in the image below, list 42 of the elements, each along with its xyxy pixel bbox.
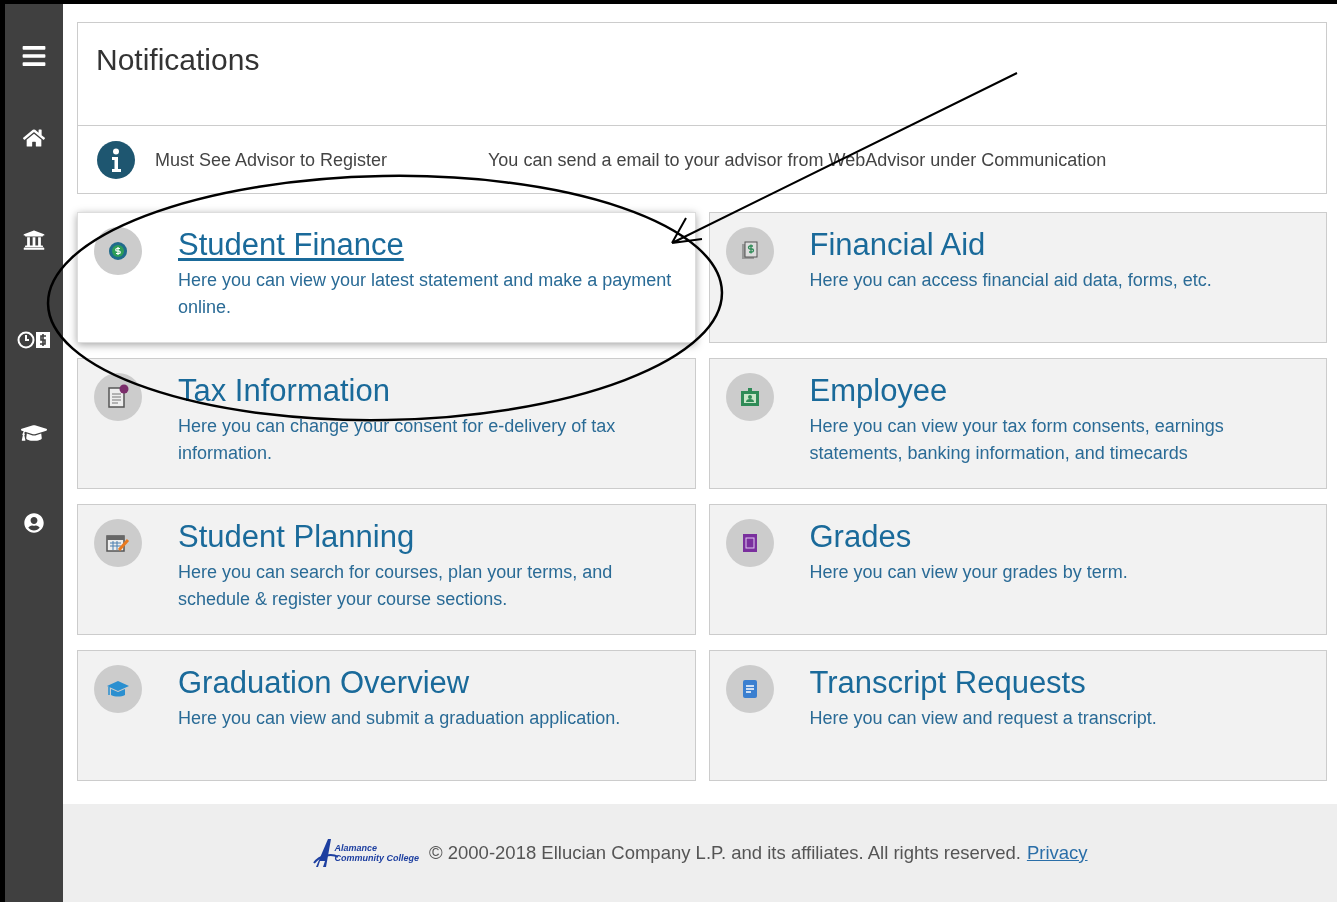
tile-description: Here you can access financial aid data, forms, etc. [809, 269, 1212, 292]
dashboard-tile[interactable]: Tax Information Here you can change your consent for e-delivery of tax information. [77, 358, 696, 489]
home-icon [23, 127, 45, 149]
dashboard-tile[interactable]: Graduation Overview Here you can view and submit a graduation application. [77, 650, 696, 781]
privacy-link[interactable]: Privacy [1026, 842, 1088, 864]
tile-title: Employee [809, 373, 949, 409]
menu-icon [21, 43, 47, 69]
tile-title: Tax Information [178, 373, 391, 409]
tile-description: Here you can view your tax form consents, earnings statements, banking information, and timecards [809, 415, 1225, 465]
tile-title: Student Finance [178, 227, 405, 263]
notification-message: Must See Advisor to Register [155, 149, 389, 171]
tile-description: Here you can search for courses, plan your terms, and schedule & register your course sections. [178, 561, 614, 611]
dashboard-tile[interactable]: Employee Here you can view your tax form consents, earnings statements, banking information, and timecards [708, 358, 1327, 489]
tile-title: Financial Aid [809, 227, 987, 263]
tile-title: Student Planning [178, 519, 416, 555]
info-icon [97, 141, 135, 179]
dashboard-tile[interactable]: Financial Aid Here you can access financial aid data, forms, etc. [708, 212, 1327, 343]
tile-title: Graduation Overview [178, 665, 471, 701]
graduation-cap-icon [106, 679, 130, 699]
id-badge-icon [738, 386, 761, 408]
dollar-coin-icon [108, 241, 128, 261]
tile-description: Here you can view your grades by term. [809, 561, 1128, 584]
document-icon [106, 384, 130, 410]
dashboard-tile[interactable]: Student Planning Here you can search for courses, plan your terms, and schedule & register your course sections. [77, 504, 696, 635]
dashboard-tile[interactable]: Grades Here you can view your grades by term. [708, 504, 1327, 635]
bank-icon [23, 229, 45, 251]
tile-title: Grades [809, 519, 913, 555]
tile-description: Here you can view and request a transcript. [809, 707, 1157, 730]
tile-description: Here you can view your latest statement and make a payment online. [178, 269, 673, 319]
grade-book-icon [740, 532, 759, 554]
copyright-text: © 2000-2018 Ellucian Company L.P. and its affiliates. All rights reserved. [428, 842, 1021, 864]
dashboard-tile[interactable]: Transcript Requests Here you can view and request a transcript. [708, 650, 1327, 781]
clock-dollar-icon [17, 330, 51, 350]
user-icon [24, 513, 44, 533]
money-document-icon [739, 240, 760, 262]
tile-description: Here you can change your consent for e-delivery of tax information. [178, 415, 617, 465]
tile-description: Here you can view and submit a graduation application. [178, 707, 621, 730]
calendar-icon [105, 532, 131, 554]
dashboard-tile[interactable]: Student Finance Here you can view your latest statement and make a payment online. [77, 212, 696, 343]
tile-title: Transcript Requests [809, 665, 1087, 701]
college-logo-text: Alamance Community College [334, 843, 419, 863]
notifications-title: Notifications [78, 23, 1326, 126]
